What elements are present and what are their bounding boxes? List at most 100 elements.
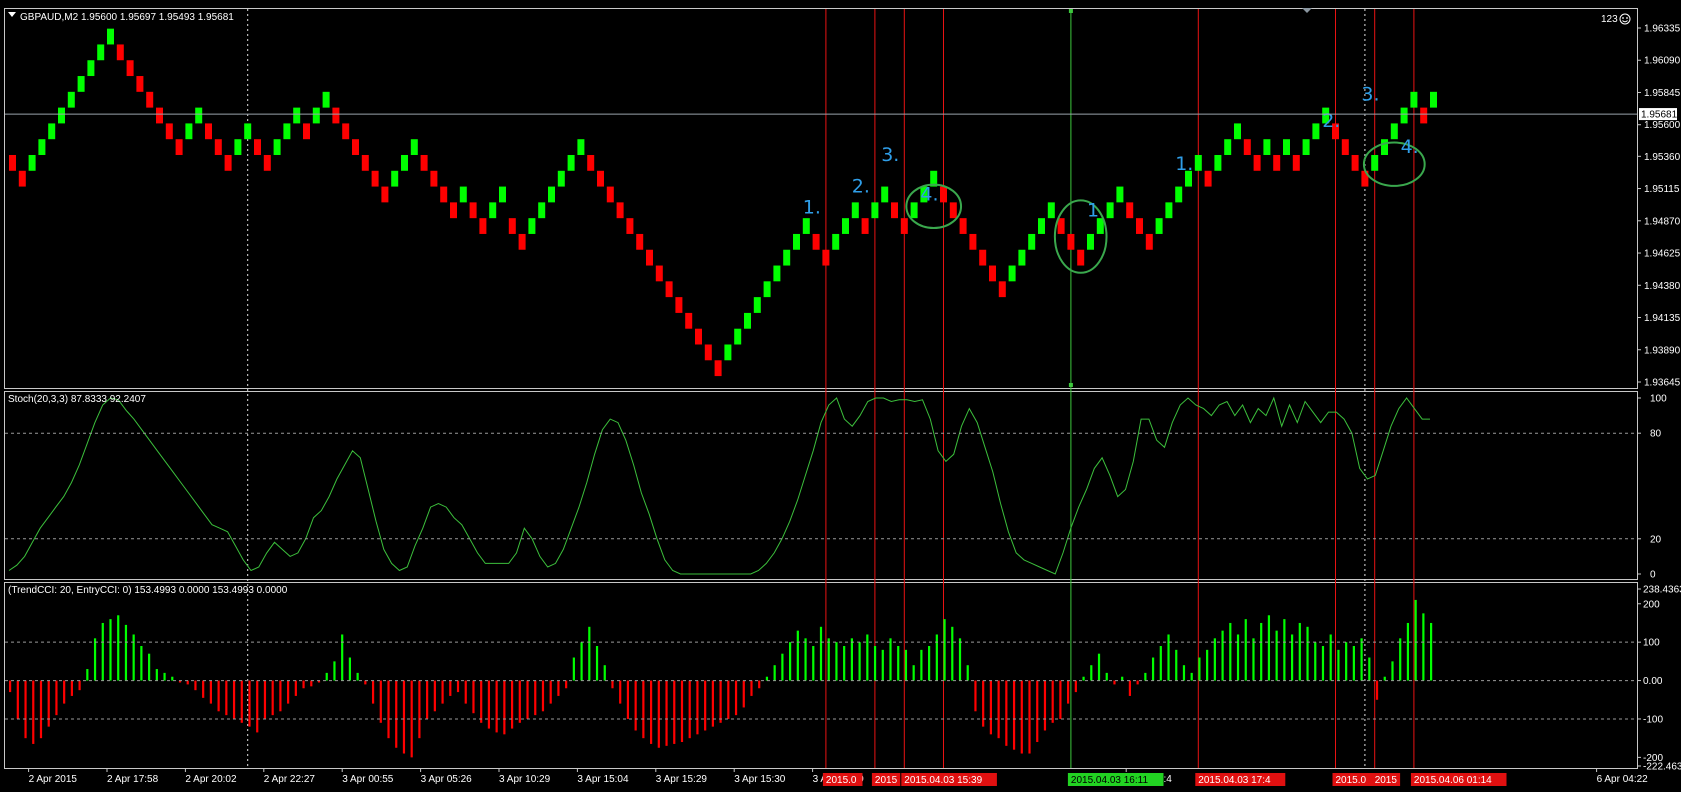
cci-bar-negative <box>47 680 50 727</box>
bear-brick <box>1273 154 1281 171</box>
bear-brick <box>479 218 487 234</box>
renko-bricks <box>9 28 1437 377</box>
trading-chart[interactable]: 1.2.3.4.11.2.3.4. 1.963351.960901.958451… <box>0 0 1681 792</box>
cci-bar-negative <box>1028 680 1031 754</box>
cci-bar-positive <box>866 634 869 681</box>
cci-bar-negative <box>371 680 375 704</box>
bear-brick <box>587 154 595 171</box>
bear-brick <box>616 202 624 219</box>
price-tick-label: 1.94625 <box>1644 249 1681 260</box>
bull-brick <box>871 202 879 219</box>
cci-bar-positive <box>781 653 784 681</box>
stochastic-panel-frame <box>4 391 1638 580</box>
bear-brick <box>116 44 124 61</box>
bull-brick <box>1400 107 1408 124</box>
bear-brick <box>685 312 693 329</box>
cci-bar-positive <box>1275 630 1278 681</box>
cci-bar-negative <box>263 680 267 719</box>
cci-bar-negative <box>279 680 282 712</box>
bull-brick <box>734 328 742 345</box>
step-annotation: 4. <box>920 183 938 205</box>
cci-bar-positive <box>904 649 908 681</box>
cci-bar-negative <box>734 680 738 716</box>
cci-bar-positive <box>1383 676 1386 681</box>
cci-bar-negative <box>426 680 429 719</box>
time-label: 3 Apr 15:04 <box>577 774 629 785</box>
cci-bar-positive <box>1314 642 1317 681</box>
cci-bar-positive <box>109 619 112 681</box>
cci-bar-negative <box>742 680 745 708</box>
cci-bar-positive <box>580 642 583 681</box>
time-label: 3 Apr 05:26 <box>421 774 473 785</box>
stoch-tick-label: 0 <box>1650 570 1656 581</box>
bull-brick <box>851 202 859 219</box>
cci-bar-negative <box>225 680 228 716</box>
cci-bar-negative <box>271 680 274 716</box>
stochastic-label: Stoch(20,3,3) 87.8333 92.2407 <box>8 394 146 405</box>
cci-bar-negative <box>974 680 977 712</box>
cci-bar-positive <box>588 626 591 681</box>
bull-brick <box>1047 202 1055 219</box>
cci-bar-negative <box>626 680 630 719</box>
cci-bar-positive <box>1229 622 1232 681</box>
stochastic-line <box>8 396 1430 575</box>
cci-bar-positive <box>124 624 128 681</box>
cci-bar-positive <box>1430 622 1433 681</box>
bear-brick <box>812 233 820 250</box>
bear-brick <box>18 170 26 187</box>
symbol-menu-arrow-icon[interactable] <box>8 12 16 17</box>
cci-bar-positive <box>348 657 352 681</box>
bull-brick <box>312 107 320 124</box>
bear-brick <box>714 360 722 377</box>
cci-bar-negative <box>232 680 236 719</box>
bull-brick <box>557 170 565 187</box>
cci-bar-positive <box>1175 649 1178 681</box>
cci-bar-positive <box>171 676 174 681</box>
cci-bar-negative <box>1136 680 1139 685</box>
cci-bar-negative <box>9 680 12 693</box>
bull-brick <box>802 218 810 234</box>
price-tick-label: 1.95115 <box>1644 184 1680 195</box>
cci-bar-negative <box>449 680 452 696</box>
cci-bar-positive <box>1414 599 1417 681</box>
cci-bar-positive <box>1151 657 1155 681</box>
bear-brick <box>646 249 653 266</box>
cci-bar-negative <box>727 680 730 719</box>
cci-bar-positive <box>1182 665 1186 681</box>
price-tick-label: 1.95600 <box>1644 120 1681 131</box>
bear-brick <box>1341 139 1349 155</box>
smiley-icon[interactable] <box>1619 13 1631 25</box>
cci-bar-negative <box>302 680 305 689</box>
bear-brick <box>1292 154 1300 171</box>
cci-bar-negative <box>982 680 985 727</box>
bull-brick <box>881 186 889 203</box>
bear-brick <box>1243 139 1251 155</box>
cci-bar-negative <box>634 680 637 731</box>
bull-brick <box>48 123 56 140</box>
bear-brick <box>626 218 634 234</box>
bear-brick <box>979 249 987 266</box>
cci-bar-negative <box>518 680 521 723</box>
cci-bar-positive <box>1190 672 1193 681</box>
bear-brick <box>156 107 163 124</box>
stoch-tick-label: 80 <box>1650 429 1662 440</box>
bear-brick <box>1420 107 1428 124</box>
bull-brick <box>1371 154 1379 171</box>
bear-brick <box>440 186 448 203</box>
cci-tick-label: -100 <box>1643 714 1663 725</box>
bull-brick <box>459 186 467 203</box>
cci-bar-positive <box>765 676 769 681</box>
bull-brick <box>391 170 399 187</box>
bear-brick <box>704 344 712 361</box>
cci-label: (TrendCCI: 20, EntryCCI: 0) 153.4993 0.0… <box>8 585 288 596</box>
cci-bar-positive <box>858 642 861 681</box>
cci-bar-negative <box>1051 680 1054 723</box>
cci-bar-positive <box>804 638 807 681</box>
bull-brick <box>410 139 418 155</box>
scroll-marker-icon[interactable] <box>1302 8 1312 13</box>
bear-brick <box>254 139 261 155</box>
bull-brick <box>401 154 408 171</box>
bear-brick <box>508 218 516 234</box>
cci-bar-negative <box>240 680 243 723</box>
cci-bar-negative <box>711 680 714 727</box>
